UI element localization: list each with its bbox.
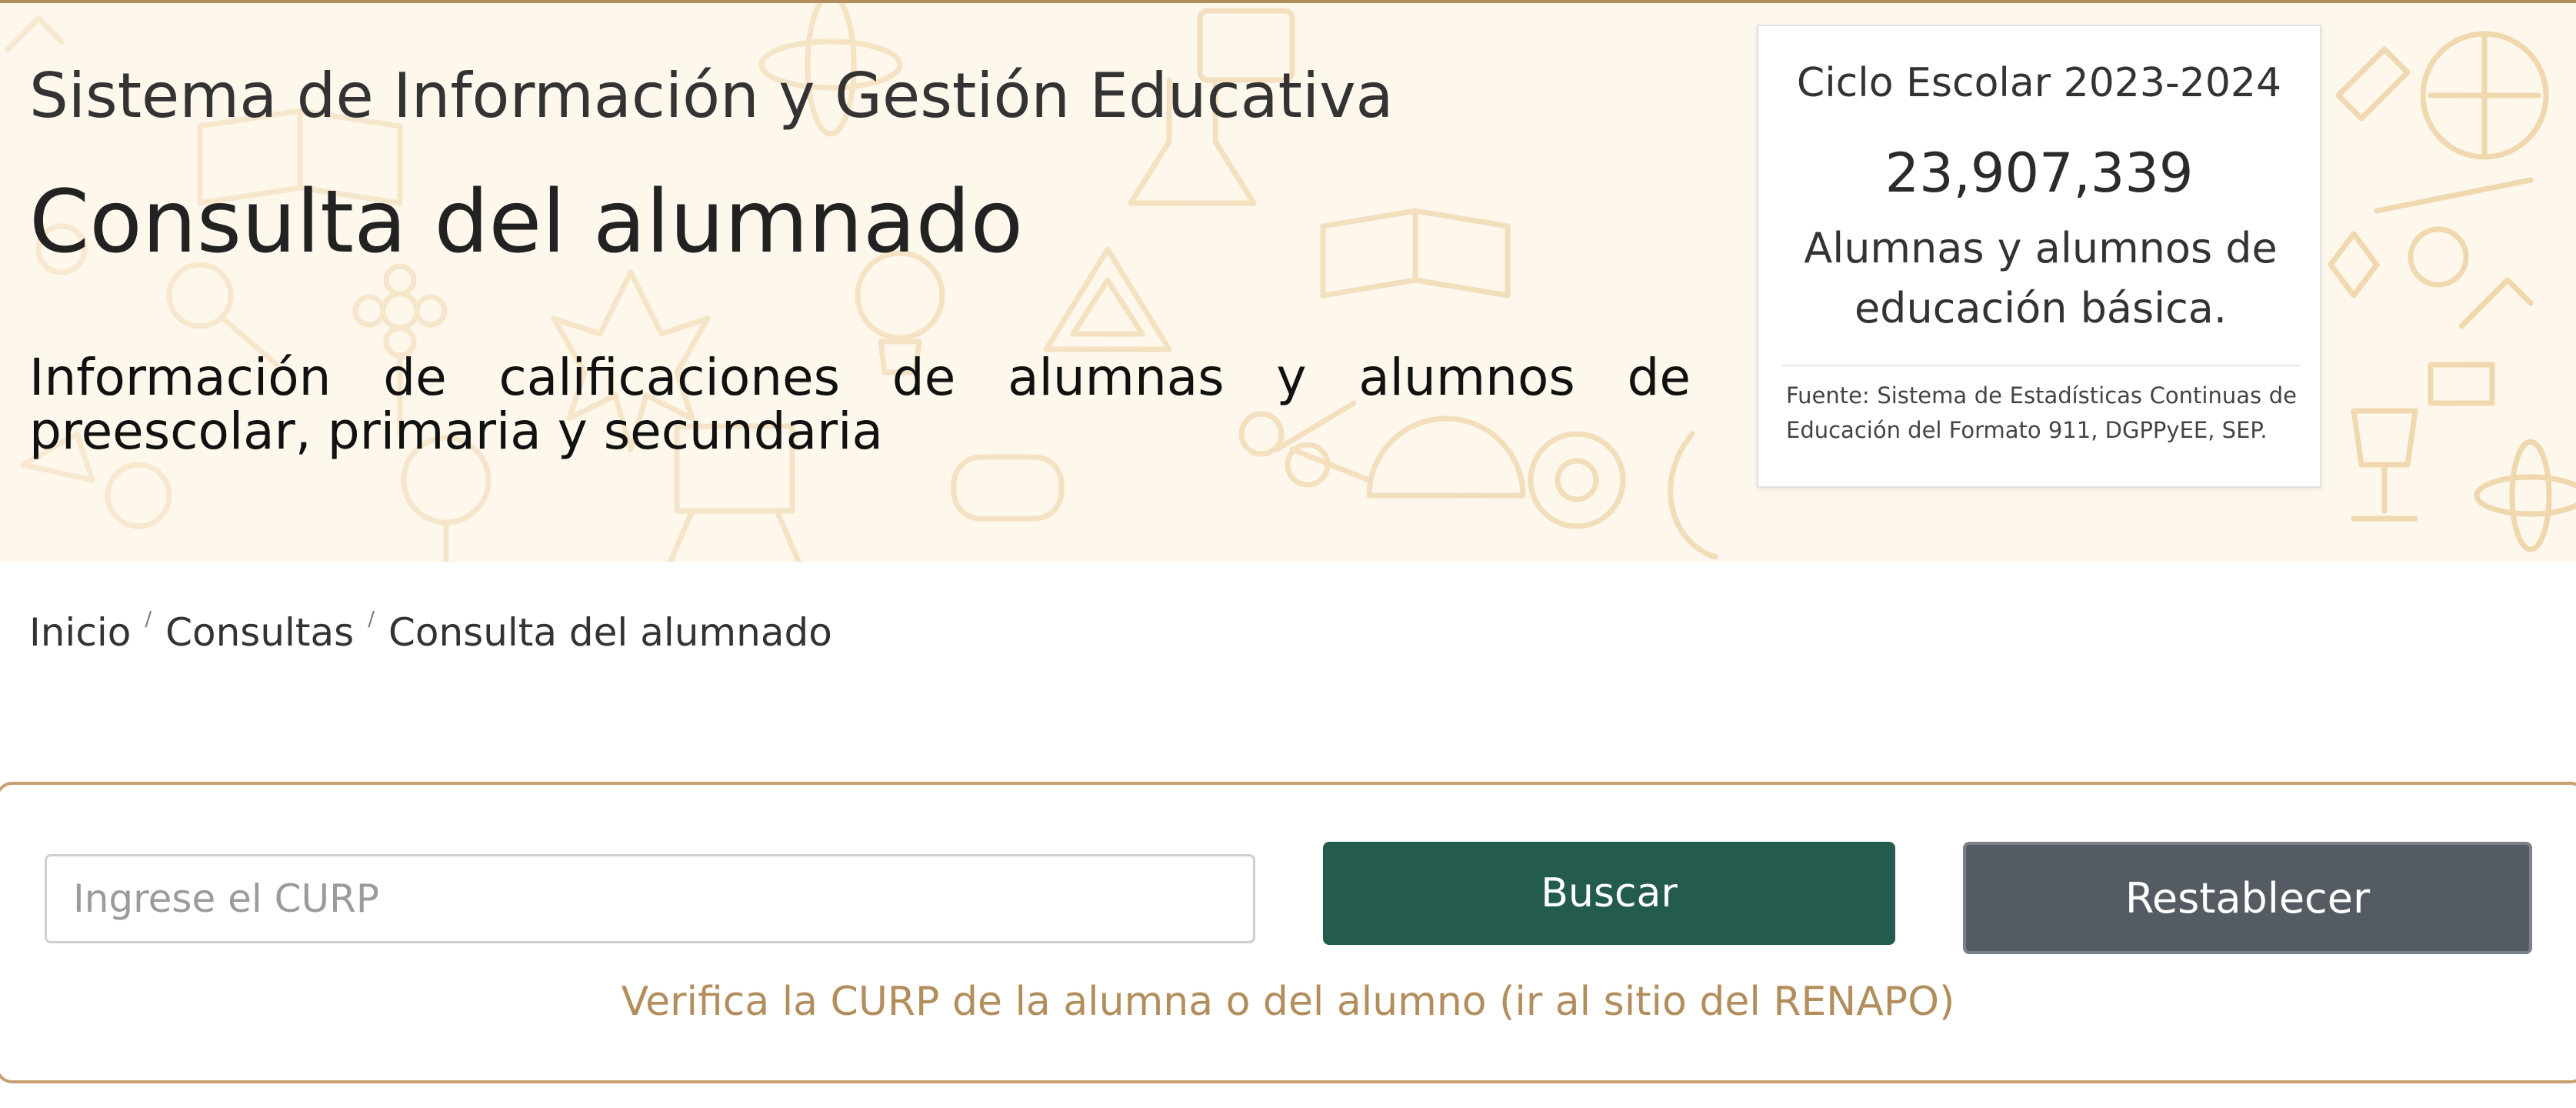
header-banner: Sistema de Información y Gestión Educati… <box>0 0 2576 562</box>
stats-card: Ciclo Escolar 2023-2024 23,907,339 Alumn… <box>1757 25 2321 488</box>
breadcrumb: Inicio / Consultas / Consulta del alumnado <box>29 608 832 655</box>
page-title: Consulta del alumnado <box>29 172 1024 272</box>
school-cycle-label: Ciclo Escolar 2023-2024 <box>1796 60 2282 106</box>
renapo-verify-link[interactable]: Verifica la CURP de la alumna o del alum… <box>0 979 2576 1025</box>
stats-source-note: Fuente: Sistema de Estadísticas Continua… <box>1786 382 2297 443</box>
system-title: Sistema de Información y Gestión Educati… <box>29 60 1394 132</box>
student-total-description: Alumnas y alumnos de educación básica. <box>1804 224 2278 332</box>
reset-button[interactable]: Restablecer <box>1963 842 2532 954</box>
breadcrumb-item-current: Consulta del alumnado <box>388 610 832 655</box>
page-subtitle: Información de calificaciones de alumnas… <box>29 348 1691 461</box>
search-button[interactable]: Buscar <box>1323 842 1895 945</box>
student-total: 23,907,339 <box>1885 142 2194 205</box>
breadcrumb-item-inicio[interactable]: Inicio <box>29 610 131 655</box>
breadcrumb-item-consultas[interactable]: Consultas <box>165 610 354 655</box>
breadcrumb-separator: / <box>145 608 152 631</box>
curp-input[interactable] <box>45 854 1255 943</box>
breadcrumb-separator: / <box>368 608 375 631</box>
stats-divider <box>1781 365 2300 366</box>
